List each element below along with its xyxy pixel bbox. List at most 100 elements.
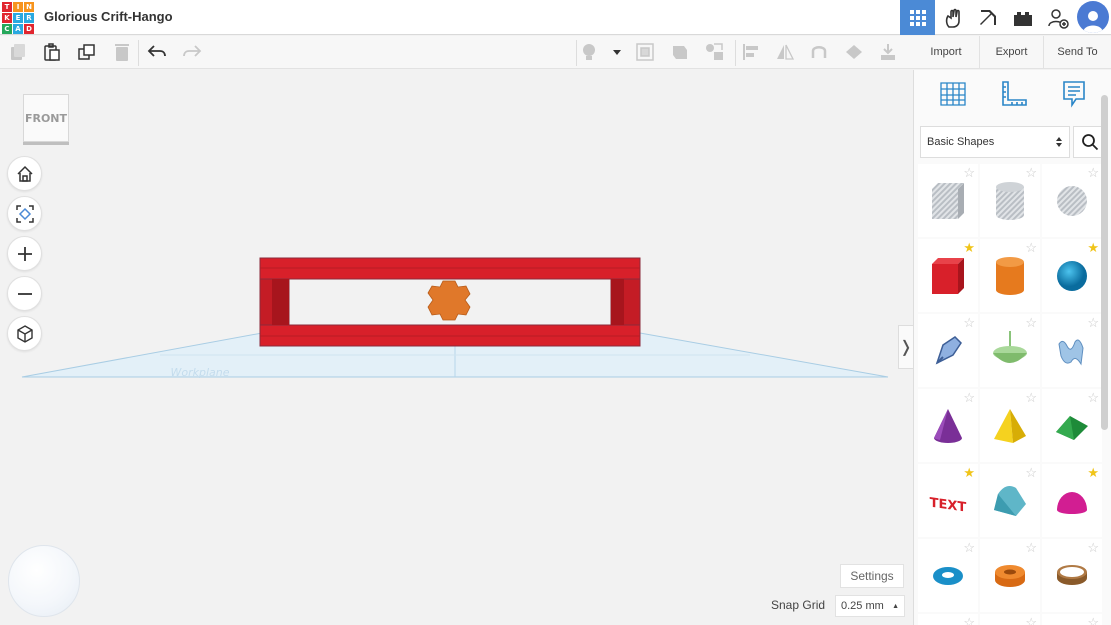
delete-icon[interactable] [110,41,134,63]
text-shape[interactable]: TEXT ★ [918,464,978,537]
favorite-star-icon[interactable]: ☆ [1025,616,1037,625]
bricks-icon[interactable] [1005,0,1040,35]
favorite-star-icon[interactable]: ☆ [1025,541,1037,554]
shape-tile[interactable]: ☆ [980,614,1040,625]
favorite-star-icon[interactable]: ★ [963,241,975,254]
redo-icon[interactable] [180,41,204,63]
notes-icon[interactable] [1060,79,1088,114]
undo-icon[interactable] [145,41,169,63]
orange-gear-shape[interactable] [427,280,471,321]
orbit-joystick[interactable] [8,545,80,617]
copy-icon[interactable] [6,41,30,63]
favorite-star-icon[interactable]: ☆ [1025,166,1037,179]
favorite-star-icon[interactable]: ☆ [1025,391,1037,404]
favorite-star-icon[interactable]: ★ [963,466,975,479]
favorite-star-icon[interactable]: ☆ [1087,541,1099,554]
light-bulb-icon[interactable] [577,41,601,63]
logo-letter: C [2,24,12,34]
torus-shape[interactable]: ☆ [918,539,978,612]
spinner-shape[interactable]: ☆ [980,314,1040,387]
cone-shape[interactable]: ☆ [918,389,978,462]
shape-grid: ☆ ☆ ☆ ★ ☆ ★ ☆ ☆ ☆ ☆ ☆ ☆ TEXT ★ ☆ ★ ☆ ☆ ☆… [918,164,1108,625]
fit-view-icon[interactable] [7,196,42,231]
snap-grid-select[interactable]: 0.25 mm ▲ [835,595,905,617]
logo-letter: A [13,24,23,34]
group-icon[interactable] [703,41,727,63]
zoom-in-icon[interactable] [7,236,42,271]
caret-up-icon: ▲ [892,602,899,610]
tube-shape[interactable]: ☆ [980,539,1040,612]
favorite-star-icon[interactable]: ☆ [963,166,975,179]
align-icon[interactable] [739,41,763,63]
perspective-cube-icon[interactable] [7,316,42,351]
flip-icon[interactable] [842,41,866,63]
roof-shape[interactable]: ☆ [1042,389,1102,462]
shape-library-value: Basic Shapes [927,136,995,148]
circuits-icon[interactable] [935,0,970,35]
tinkercad-logo[interactable]: TIN KER CAD [2,2,34,34]
scribble-shape[interactable]: ☆ [918,314,978,387]
logo-letter: R [24,13,34,23]
magnet-icon[interactable] [807,41,831,63]
round-roof-shape[interactable]: ☆ [980,464,1040,537]
logo-letter: N [24,2,34,12]
grid-view-icon[interactable] [900,0,935,35]
favorite-star-icon[interactable]: ☆ [963,541,975,554]
ring-shape[interactable]: ☆ [1042,539,1102,612]
note-icon[interactable] [633,41,657,63]
duplicate-icon[interactable] [75,41,99,63]
text-sketch-shape[interactable]: ☆ [1042,314,1102,387]
box-shape[interactable]: ★ [918,239,978,312]
logo-letter: E [13,13,23,23]
zoom-out-icon[interactable] [7,276,42,311]
shape-library-select[interactable]: Basic Shapes [920,126,1070,158]
export-button[interactable]: Export [979,35,1043,69]
profile-avatar-icon[interactable] [1077,1,1109,33]
favorite-star-icon[interactable]: ★ [1087,466,1099,479]
favorite-star-icon[interactable]: ☆ [1025,241,1037,254]
3d-scene[interactable]: Workplane [0,70,913,625]
export-actions: Import Export Send To [913,35,1111,69]
cruise-icon[interactable] [876,41,900,63]
workplane-label: Workplane [170,366,229,379]
shape-tile[interactable]: ☆ [1042,614,1102,625]
cylinder-shape[interactable]: ☆ [980,239,1040,312]
add-user-icon[interactable] [1040,0,1075,35]
mirror-icon[interactable] [773,41,797,63]
favorite-star-icon[interactable]: ☆ [1087,391,1099,404]
import-button[interactable]: Import [913,36,979,69]
workplane-grid-icon[interactable] [938,79,968,114]
snap-grid-value: 0.25 mm [841,600,884,612]
sphere-shape[interactable]: ★ [1042,239,1102,312]
ruler-icon[interactable] [999,79,1029,114]
shape-tile[interactable]: ☆ [918,614,978,625]
paste-icon[interactable] [40,41,64,63]
collapse-panel-icon[interactable]: ❭ [898,325,913,369]
sphere-hole-shape[interactable]: ☆ [1042,164,1102,237]
favorite-star-icon[interactable]: ☆ [1025,316,1037,329]
cylinder-hole-shape[interactable]: ☆ [980,164,1040,237]
box-hole-shape[interactable]: ☆ [918,164,978,237]
favorite-star-icon[interactable]: ☆ [1087,166,1099,179]
shape-hole-icon[interactable] [668,41,692,63]
shapes-panel: Basic Shapes ☆ ☆ ☆ ★ ☆ ★ ☆ ☆ ☆ ☆ ☆ ☆ TEX… [913,70,1111,625]
home-icon[interactable] [7,156,42,191]
design-title[interactable]: Glorious Crift-Hango [44,9,173,24]
panel-mode-tabs [914,70,1111,122]
panel-scrollbar[interactable] [1101,95,1108,430]
minecraft-pickaxe-icon[interactable] [970,0,1005,35]
send-to-button[interactable]: Send To [1043,35,1111,69]
favorite-star-icon[interactable]: ☆ [1087,316,1099,329]
view-cube[interactable]: FRONT [23,94,69,142]
workplane-viewport[interactable]: Workplane FRONT ❭ Settings Snap Grid 0.2… [0,70,913,625]
settings-button[interactable]: Settings [840,564,904,588]
pyramid-shape[interactable]: ☆ [980,389,1040,462]
favorite-star-icon[interactable]: ☆ [963,316,975,329]
dropdown-caret-icon[interactable] [605,41,629,63]
favorite-star-icon[interactable]: ★ [1087,241,1099,254]
favorite-star-icon[interactable]: ☆ [963,391,975,404]
favorite-star-icon[interactable]: ☆ [1025,466,1037,479]
favorite-star-icon[interactable]: ☆ [1087,616,1099,625]
favorite-star-icon[interactable]: ☆ [963,616,975,625]
half-sphere-shape[interactable]: ★ [1042,464,1102,537]
